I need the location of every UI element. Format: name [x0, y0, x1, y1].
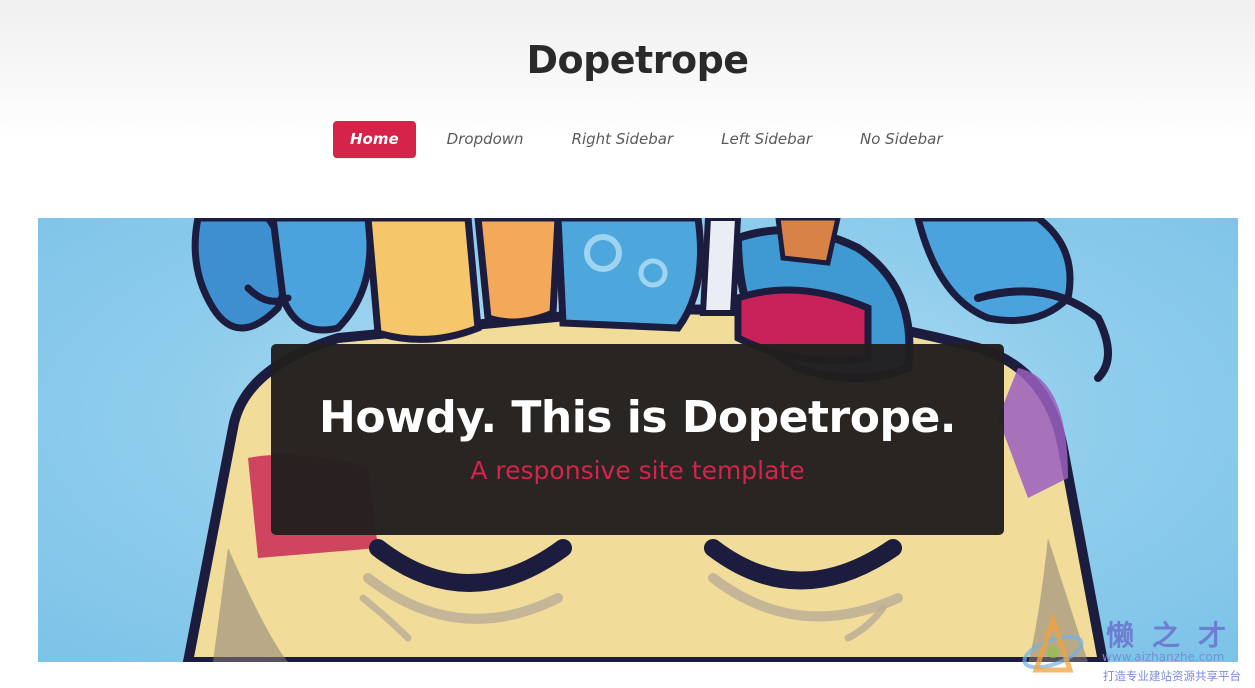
watermark-url: www.aizhanzhe.com — [1102, 650, 1225, 664]
nav-item-right-sidebar[interactable]: Right Sidebar — [555, 121, 691, 158]
nav-item-home[interactable]: Home — [333, 121, 416, 158]
banner-subtitle: A responsive site template — [470, 456, 805, 485]
site-title[interactable]: Dopetrope — [0, 38, 1255, 82]
nav-item-dropdown[interactable]: Dropdown — [430, 121, 541, 158]
banner-caption: Howdy. This is Dopetrope. A responsive s… — [271, 344, 1004, 535]
watermark: 懒之才 www.aizhanzhe.com 打造专业建站资源共享平台 — [1010, 612, 1255, 688]
banner-title: Howdy. This is Dopetrope. — [319, 392, 957, 443]
nav-item-no-sidebar[interactable]: No Sidebar — [843, 121, 960, 158]
watermark-logo-icon — [1022, 612, 1084, 673]
page: Dopetrope Home Dropdown Right Sidebar Le… — [0, 0, 1255, 688]
watermark-name: 懒之才 — [1106, 619, 1245, 652]
nav-item-left-sidebar[interactable]: Left Sidebar — [704, 121, 829, 158]
main-nav: Home Dropdown Right Sidebar Left Sidebar… — [333, 121, 974, 158]
watermark-slogan: 打造专业建站资源共享平台 — [1103, 669, 1241, 683]
